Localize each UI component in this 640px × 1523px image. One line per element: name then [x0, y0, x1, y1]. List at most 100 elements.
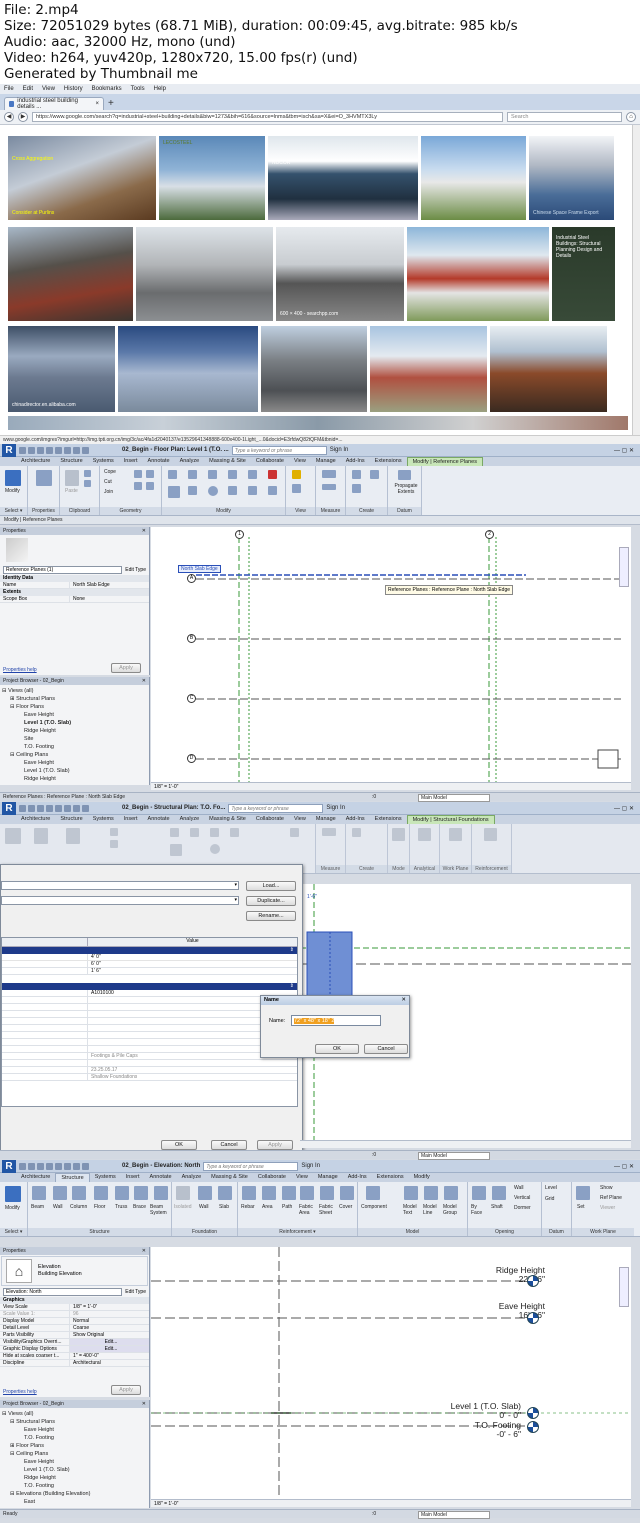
tab-analyze[interactable]: Analyze [177, 1173, 207, 1182]
tree-node[interactable]: East [2, 1498, 147, 1506]
keyword-search-field[interactable]: Type a keyword or phrase [228, 803, 324, 813]
prop-value-discipline[interactable]: Architectural [70, 1360, 101, 1366]
slab-button[interactable]: Slab [219, 1204, 229, 1210]
new-tab-icon[interactable]: + [108, 97, 114, 110]
signin-link[interactable]: Sign In [301, 1163, 320, 1169]
tab-extensions[interactable]: Extensions [370, 457, 407, 466]
propagate-extents-icon[interactable] [398, 470, 411, 480]
param-value[interactable] [88, 1060, 91, 1066]
revit-app-icon[interactable]: R [2, 802, 16, 815]
menu-edit[interactable]: Edit [23, 86, 33, 92]
set-work-plane-icon[interactable] [576, 1186, 590, 1200]
isolated-button[interactable]: Isolated [174, 1204, 192, 1210]
instance-selector[interactable]: Elevation: North [3, 1288, 123, 1296]
tree-node[interactable]: Eave Height [2, 711, 147, 719]
menu-bookmarks[interactable]: Bookmarks [92, 86, 122, 92]
tab-manage[interactable]: Manage [311, 457, 341, 466]
floor-button[interactable]: Floor [94, 1204, 105, 1210]
navigation-bar[interactable] [619, 547, 629, 587]
tree-node-active[interactable]: Level 1 (T.O. Slab) [2, 719, 147, 727]
name-input[interactable]: 72" x 48" x 18" 2 [291, 1015, 381, 1026]
group-identity-data[interactable]: ⇕ [2, 983, 297, 990]
modify-button[interactable]: Modify [5, 1205, 20, 1211]
ref-plane-button[interactable]: Ref Plane [600, 1195, 622, 1201]
drawing-canvas[interactable]: 1 2 A B C D North Slab Edge Reference Pl… [151, 527, 631, 782]
param-value-length[interactable]: 6' 0" [88, 961, 101, 967]
level-label-to-footing[interactable]: T.O. Footing -0' - 6" [475, 1421, 521, 1439]
by-face-button[interactable]: By Face [471, 1204, 489, 1216]
level-label-level-1[interactable]: Level 1 (T.O. Slab) 0' - 0" [451, 1402, 521, 1420]
array-icon[interactable] [228, 486, 237, 495]
shaft-button[interactable]: Shaft [491, 1204, 503, 1210]
move-icon[interactable] [168, 486, 180, 498]
copy-element-icon[interactable] [188, 486, 197, 495]
cut-icon[interactable] [84, 470, 91, 477]
image-result[interactable] [118, 326, 258, 412]
param-value-omniclass-title[interactable]: Shallow Foundations [88, 1074, 137, 1080]
rotate-icon[interactable] [208, 486, 218, 496]
tab-analyze[interactable]: Analyze [175, 815, 205, 824]
redo-icon[interactable] [46, 446, 53, 454]
undo-icon[interactable] [37, 1162, 44, 1170]
measure-tool-icon[interactable] [322, 828, 336, 836]
tree-node[interactable]: ⊟ Floor Plans [2, 703, 147, 711]
tree-node[interactable]: T.O. Footing [2, 1434, 147, 1442]
mirror-icon[interactable] [210, 828, 219, 837]
model-text-icon[interactable] [404, 1186, 418, 1200]
prop-value-scope-box[interactable]: None [70, 596, 85, 602]
image-result[interactable]: LECOSTEEL [159, 136, 265, 220]
text-icon[interactable] [73, 1162, 80, 1170]
tab-insert[interactable]: Insert [119, 815, 143, 824]
revit-app-icon[interactable]: R [2, 444, 16, 457]
delete-icon[interactable] [268, 470, 277, 479]
grid-button[interactable]: Grid [545, 1196, 554, 1202]
align-icon[interactable] [170, 828, 179, 837]
prop-value-detail-level[interactable]: Coarse [70, 1325, 89, 1331]
modify-cursor-icon[interactable] [5, 828, 21, 844]
param-value-description[interactable]: Footings & Pile Caps [88, 1053, 138, 1059]
3d-icon[interactable] [82, 446, 89, 454]
image-result[interactable] [261, 326, 367, 412]
forward-icon[interactable]: ▶ [18, 112, 28, 122]
edit-type-button[interactable]: Edit Type [125, 1289, 146, 1295]
param-value-assembly-code[interactable]: A1010100 [88, 990, 114, 996]
vertical-opening-button[interactable]: Vertical [514, 1195, 530, 1201]
offset-icon[interactable] [190, 828, 199, 837]
image-result[interactable]: 600 × 400 - searchpp.com [276, 227, 404, 321]
paste-icon[interactable] [65, 470, 79, 486]
align-icon[interactable] [168, 470, 177, 479]
param-value[interactable] [88, 997, 91, 1003]
tree-node[interactable]: ⊟ Views (all) [2, 1410, 147, 1418]
tree-node[interactable]: Level 1 (T.O. Slab) [2, 767, 147, 775]
print-icon[interactable] [55, 1162, 62, 1170]
group-dimensions[interactable]: ⇕ [2, 947, 297, 954]
image-result[interactable] [136, 227, 273, 321]
3d-icon[interactable] [82, 1162, 89, 1170]
tree-node[interactable]: Eave Height [2, 1426, 147, 1434]
level-elevation[interactable]: 0' - 0" [451, 1411, 521, 1420]
set-button[interactable]: Set [577, 1204, 585, 1210]
tab-annotate[interactable]: Annotate [145, 1173, 177, 1182]
grid-bubble-b[interactable]: B [187, 634, 196, 643]
geometry-tool-icon[interactable] [134, 482, 142, 490]
image-result[interactable]: NUCOR [268, 136, 418, 220]
tree-node[interactable]: Ridge Height [2, 727, 147, 735]
signin-link[interactable]: Sign In [330, 447, 349, 453]
text-icon[interactable] [73, 446, 80, 454]
browser-search-field[interactable]: Search [507, 112, 622, 122]
tab-addins[interactable]: Add-Ins [341, 457, 370, 466]
page-scrollbar[interactable] [632, 125, 640, 435]
beam-button[interactable]: Beam [31, 1204, 44, 1210]
show-button[interactable]: Show [600, 1185, 613, 1191]
dimension-text[interactable]: 1'-6" [307, 894, 317, 900]
tree-node[interactable]: Ridge Height [2, 1474, 147, 1482]
prop-value-scale-value[interactable]: 96 [70, 1311, 79, 1317]
mirror-icon[interactable] [208, 470, 217, 479]
area-icon[interactable] [262, 1186, 276, 1200]
floor-icon[interactable] [94, 1186, 108, 1200]
geometry-tool-icon[interactable] [146, 482, 154, 490]
tab-insert[interactable]: Insert [121, 1173, 145, 1182]
properties-help-link[interactable]: Properties help [3, 1389, 37, 1395]
print-icon[interactable] [55, 446, 62, 454]
close-icon[interactable]: ✕ [142, 528, 146, 534]
